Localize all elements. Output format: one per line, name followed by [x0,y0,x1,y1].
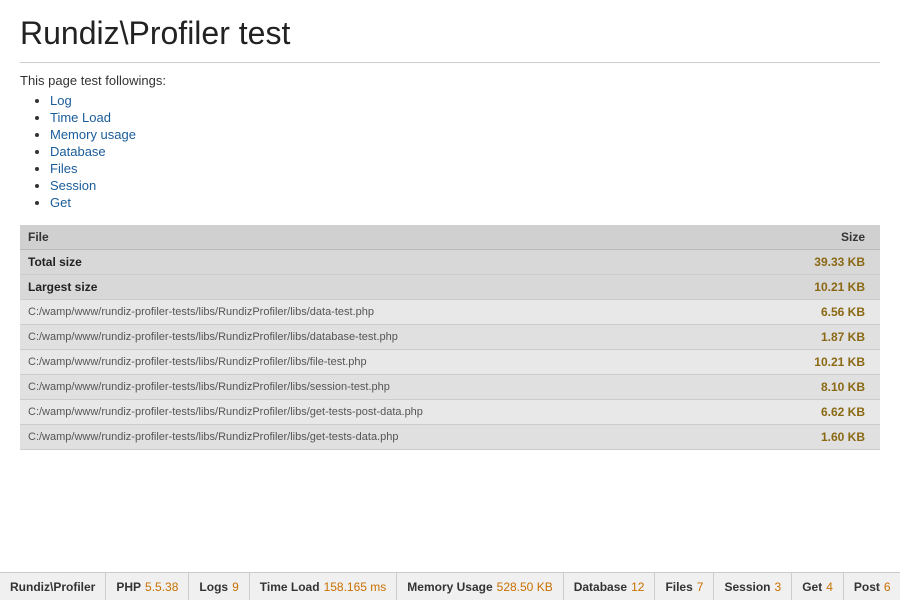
main-content: Rundiz\Profiler test This page test foll… [0,0,900,572]
bar-label: Get [802,580,822,594]
file-path: C:/wamp/www/rundiz-profiler-tests/libs/R… [20,300,749,325]
file-path: C:/wamp/www/rundiz-profiler-tests/libs/R… [20,400,749,425]
bar-item-php-version[interactable]: PHP 5.5.38 [106,573,189,600]
bar-value: 7 [697,580,704,594]
list-item: Log [50,93,880,108]
bar-item-rundiz-profiler[interactable]: Rundiz\Profiler [0,573,106,600]
bar-label: Memory Usage [407,580,492,594]
bar-value: 9 [232,580,239,594]
feature-link[interactable]: Get [50,195,71,210]
bar-label: Logs [199,580,228,594]
bar-item-files[interactable]: Files 7 [655,573,714,600]
file-path: C:/wamp/www/rundiz-profiler-tests/libs/R… [20,425,749,450]
bar-item-session[interactable]: Session 3 [714,573,792,600]
summary-size: 39.33 KB [749,250,880,275]
page-title: Rundiz\Profiler test [20,15,880,63]
bar-value: 3 [775,580,782,594]
feature-link[interactable]: Memory usage [50,127,136,142]
bar-value: 528.50 KB [497,580,553,594]
feature-link[interactable]: Database [50,144,106,159]
bar-value: 6 [884,580,891,594]
table-row: C:/wamp/www/rundiz-profiler-tests/libs/R… [20,325,880,350]
list-item: Get [50,195,880,210]
feature-link[interactable]: Session [50,178,96,193]
bar-label: Rundiz\Profiler [10,580,95,594]
summary-label: Total size [20,250,749,275]
file-path: C:/wamp/www/rundiz-profiler-tests/libs/R… [20,375,749,400]
bar-value: 4 [826,580,833,594]
feature-link[interactable]: Log [50,93,72,108]
file-path: C:/wamp/www/rundiz-profiler-tests/libs/R… [20,350,749,375]
bar-item-logs[interactable]: Logs 9 [189,573,249,600]
bar-item-memory-usage[interactable]: Memory Usage 528.50 KB [397,573,563,600]
file-table: File Size Total size39.33 KBLargest size… [20,225,880,450]
bar-item-post[interactable]: Post 6 [844,573,900,600]
bar-label: PHP [116,580,141,594]
bar-item-time-load[interactable]: Time Load 158.165 ms [250,573,398,600]
feature-link[interactable]: Time Load [50,110,111,125]
list-item: Memory usage [50,127,880,142]
list-item: Database [50,144,880,159]
bar-label: Post [854,580,880,594]
summary-label: Largest size [20,275,749,300]
file-path: C:/wamp/www/rundiz-profiler-tests/libs/R… [20,325,749,350]
summary-size: 10.21 KB [749,275,880,300]
file-size: 1.87 KB [749,325,880,350]
bar-label: Session [724,580,770,594]
col-size-header: Size [749,225,880,250]
bottom-bar: Rundiz\Profiler PHP 5.5.38 Logs 9 Time Load 15… [0,572,900,600]
bar-item-get[interactable]: Get 4 [792,573,844,600]
table-row: C:/wamp/www/rundiz-profiler-tests/libs/R… [20,425,880,450]
file-size: 6.56 KB [749,300,880,325]
table-row: C:/wamp/www/rundiz-profiler-tests/libs/R… [20,300,880,325]
file-size: 10.21 KB [749,350,880,375]
bar-label: Time Load [260,580,320,594]
feature-link[interactable]: Files [50,161,77,176]
table-row: Total size39.33 KB [20,250,880,275]
bar-value: 158.165 ms [324,580,387,594]
table-row: C:/wamp/www/rundiz-profiler-tests/libs/R… [20,375,880,400]
list-item: Files [50,161,880,176]
list-item: Session [50,178,880,193]
file-size: 8.10 KB [749,375,880,400]
bar-label: Files [665,580,692,594]
table-row: C:/wamp/www/rundiz-profiler-tests/libs/R… [20,350,880,375]
list-item: Time Load [50,110,880,125]
table-row: C:/wamp/www/rundiz-profiler-tests/libs/R… [20,400,880,425]
bar-label: Database [574,580,627,594]
file-size: 1.60 KB [749,425,880,450]
bar-value: 12 [631,580,644,594]
feature-list: Log Time Load Memory usage Database Files Ses… [20,93,880,210]
intro-text: This page test followings: [20,73,880,88]
col-file-header: File [20,225,749,250]
bar-value: 5.5.38 [145,580,178,594]
table-row: Largest size10.21 KB [20,275,880,300]
bar-item-database[interactable]: Database 12 [564,573,656,600]
file-size: 6.62 KB [749,400,880,425]
